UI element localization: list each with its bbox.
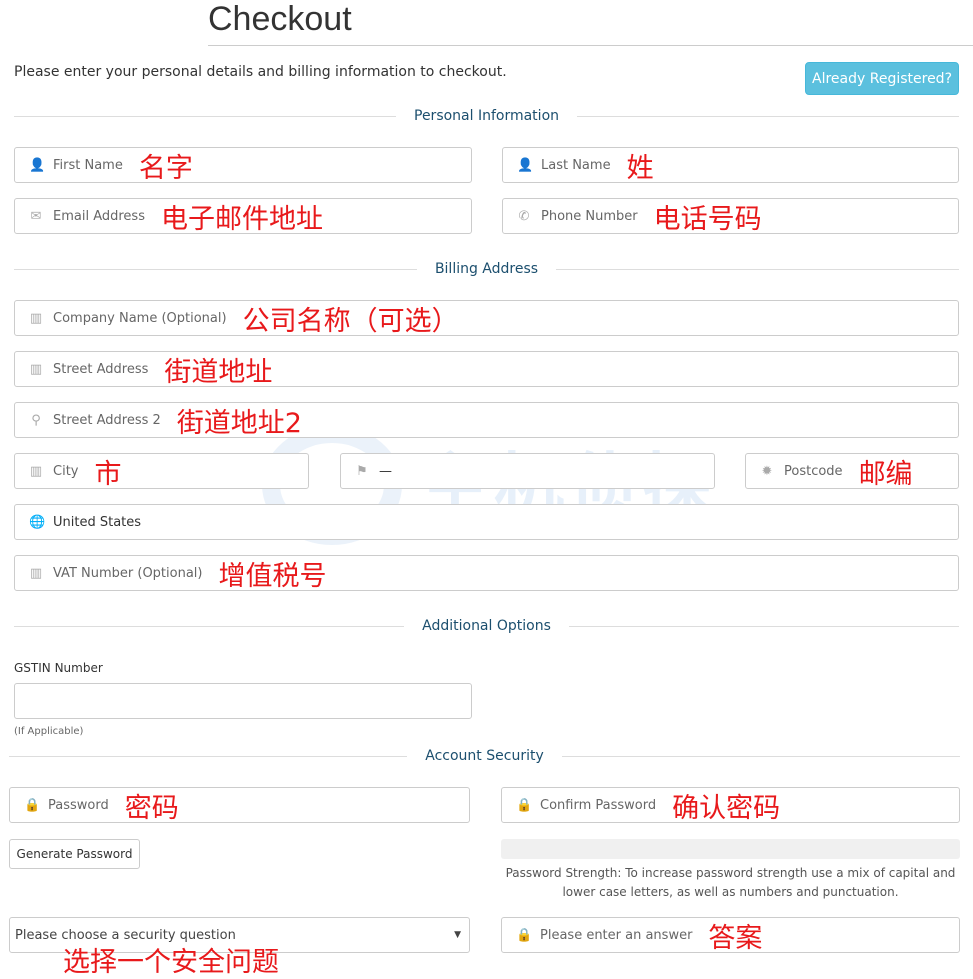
title-divider (208, 45, 973, 46)
annotation: 确认密码 (672, 792, 781, 824)
already-registered-button[interactable]: Already Registered? (805, 62, 959, 95)
gstin-label: GSTIN Number (14, 661, 103, 675)
building-icon: ▥ (29, 361, 43, 377)
password-strength-bar (501, 839, 960, 859)
phone-input[interactable]: ✆ Phone Number 电话号码 (502, 198, 959, 235)
annotation: 姓 (626, 152, 654, 184)
annotation: 选择一个安全问题 (63, 947, 279, 978)
postcode-input[interactable]: ✹ Postcode 邮编 (745, 453, 959, 490)
gstin-help: (If Applicable) (14, 726, 84, 737)
email-input[interactable]: ✉ Email Address 电子邮件地址 (14, 198, 472, 235)
user-icon: 👤 (517, 157, 534, 173)
gstin-input[interactable] (14, 683, 472, 719)
street-input[interactable]: ▥ Street Address 街道地址 (14, 351, 959, 388)
annotation: 名字 (138, 152, 193, 184)
section-title: Billing Address (434, 261, 539, 277)
certificate-icon: ✹ (761, 463, 773, 479)
building-icon: ▥ (29, 310, 43, 326)
country-select[interactable]: 🌐 United States (14, 504, 959, 540)
annotation: 街道地址2 (176, 407, 302, 439)
password-strength-text: Password Strength: To increase password … (505, 866, 956, 899)
dropdown-arrow-icon: ▼ (454, 930, 461, 940)
intro-text: Please enter your personal details and b… (14, 64, 507, 80)
city-input[interactable]: ▥ City 市 (14, 453, 309, 490)
annotation: 密码 (124, 792, 179, 824)
state-select[interactable]: ⚑ — (340, 453, 715, 489)
building-icon: ▥ (29, 463, 43, 479)
envelope-icon: ✉ (30, 208, 42, 224)
annotation: 街道地址 (164, 356, 273, 388)
section-title: Personal Information (414, 108, 560, 124)
section-security: Account Security (9, 746, 960, 766)
user-icon: 👤 (29, 157, 46, 173)
annotation: 市 (94, 458, 122, 490)
section-billing: Billing Address (14, 259, 960, 279)
generate-password-button[interactable]: Generate Password (9, 839, 140, 869)
password-input[interactable]: 🔒 Password 密码 (9, 787, 470, 824)
phone-icon: ✆ (518, 208, 530, 224)
map-marker-icon: ⚲ (31, 412, 41, 428)
section-additional: Additional Options (14, 616, 959, 636)
section-title: Account Security (425, 748, 544, 764)
signpost-icon: ⚑ (356, 463, 368, 479)
annotation: 电话号码 (653, 203, 762, 235)
first-name-input[interactable]: 👤 First Name 名字 (14, 147, 472, 184)
annotation: 答案 (708, 922, 763, 954)
last-name-input[interactable]: 👤 Last Name 姓 (502, 147, 959, 184)
lock-icon: 🔒 (24, 797, 41, 813)
annotation: 增值税号 (218, 560, 327, 592)
company-input[interactable]: ▥ Company Name (Optional) 公司名称（可选） (14, 300, 959, 337)
page-title: Checkout (208, 0, 352, 38)
street2-input[interactable]: ⚲ Street Address 2 街道地址2 (14, 402, 959, 439)
vat-input[interactable]: ▥ VAT Number (Optional) 增值税号 (14, 555, 959, 592)
lock-icon: 🔒 (516, 927, 533, 943)
section-title: Additional Options (422, 618, 551, 634)
answer-input[interactable]: 🔒 Please enter an answer 答案 (501, 917, 960, 954)
globe-icon: 🌐 (29, 514, 46, 530)
annotation: 邮编 (858, 458, 913, 490)
annotation: 公司名称（可选） (242, 305, 459, 337)
section-personal: Personal Information (14, 106, 960, 126)
building-icon: ▥ (29, 565, 43, 581)
lock-icon: 🔒 (516, 797, 533, 813)
annotation: 电子邮件地址 (160, 203, 323, 235)
confirm-password-input[interactable]: 🔒 Confirm Password 确认密码 (501, 787, 960, 824)
